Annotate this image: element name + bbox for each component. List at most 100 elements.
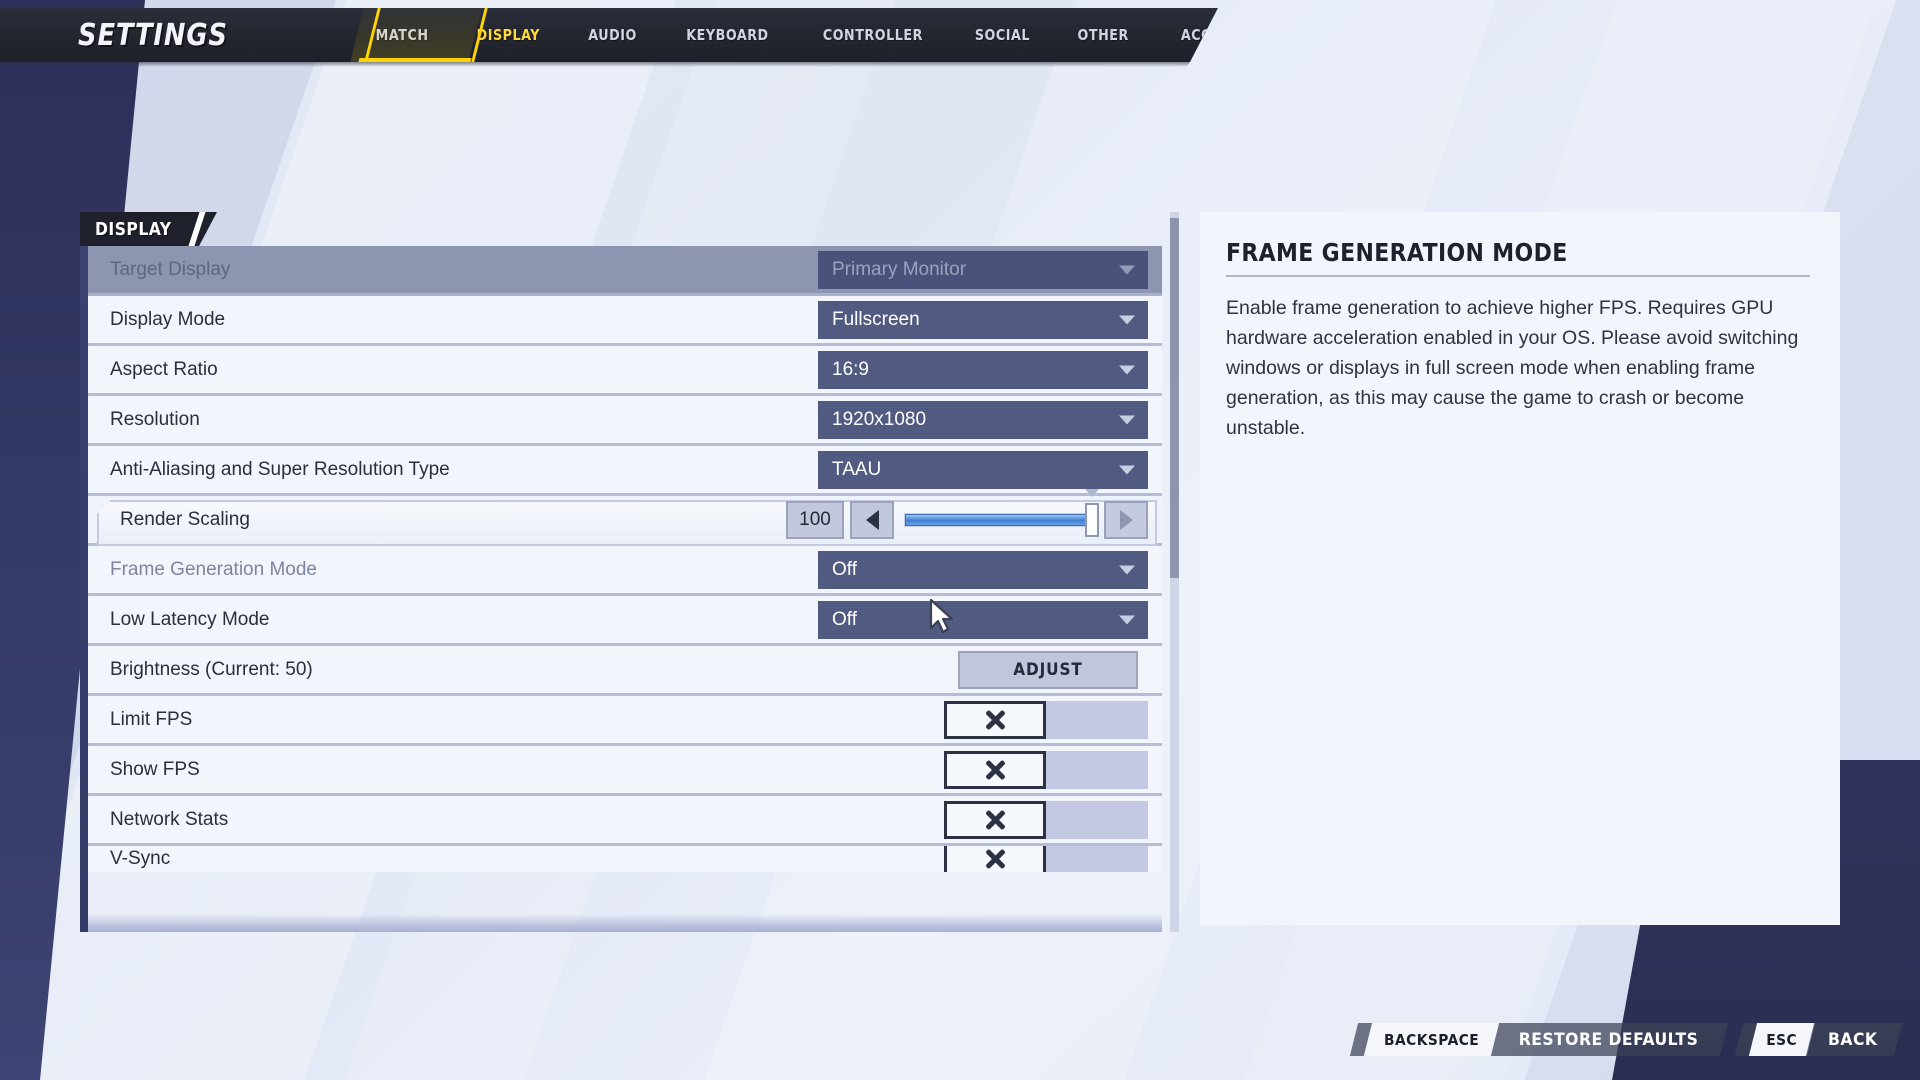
topbar-shadow (0, 62, 1190, 67)
checkbox-network-stats[interactable] (944, 800, 1046, 839)
key-hint-action: BACK (1806, 1023, 1903, 1056)
key-hint-action-label: RESTORE DEFAULTS (1519, 1029, 1699, 1050)
settings-scrollbar-thumb[interactable] (1170, 218, 1179, 578)
settings-row-list[interactable]: Target Display Primary Monitor Display Mod… (80, 246, 1162, 932)
bottom-key-hints: BACKSPACE RESTORE DEFAULTS ESC BACK (1340, 1023, 1903, 1056)
dropdown-display-mode[interactable]: Fullscreen (818, 300, 1148, 339)
dropdown-resolution[interactable]: 1920x1080 (818, 400, 1148, 439)
key-hint-action-label: BACK (1828, 1029, 1878, 1050)
slider-thumb[interactable] (1085, 502, 1099, 537)
chevron-down-icon (1119, 415, 1135, 424)
dropdown-aspect-ratio[interactable]: 16:9 (818, 350, 1148, 389)
panel-section-title: DISPLAY (95, 218, 172, 240)
nav-tab-social[interactable]: SOCIAL (959, 8, 1046, 62)
setting-label-v-sync: V-Sync (110, 848, 171, 869)
chevron-down-icon (1119, 465, 1135, 474)
setting-label-limit-fps: Limit FPS (110, 708, 193, 730)
cross-icon (984, 809, 1006, 831)
key-hint-key: ESC (1748, 1023, 1815, 1056)
setting-control-show-fps[interactable] (944, 750, 1148, 789)
setting-control-target-display[interactable]: Primary Monitor (818, 250, 1148, 289)
nav-tabs: MATCHDISPLAYAUDIOKEYBOARDCONTROLLERSOCIA… (352, 8, 1218, 62)
slider-decrement-button[interactable] (850, 500, 894, 539)
chevron-down-icon (1119, 565, 1135, 574)
setting-label-show-fps: Show FPS (110, 758, 200, 780)
setting-label-display-mode: Display Mode (110, 308, 226, 330)
adjust-button[interactable]: ADJUST (958, 650, 1138, 689)
chevron-down-icon (1085, 488, 1099, 497)
checkbox-show-fps[interactable] (944, 750, 1046, 789)
nav-tab-audio[interactable]: AUDIO (572, 8, 653, 62)
setting-label-resolution: Resolution (110, 408, 200, 430)
setting-row-show-fps[interactable]: Show FPS (88, 746, 1162, 796)
mouse-pointer-icon (929, 598, 954, 634)
checkbox-toggle-network-stats[interactable] (944, 800, 1148, 839)
setting-row-aspect-ratio[interactable]: Aspect Ratio 16:9 (88, 346, 1162, 396)
nav-tab-other[interactable]: OTHER (1061, 8, 1145, 62)
settings-panel: DISPLAY Target Display Primary Monitor Dis… (80, 212, 1162, 932)
key-hint-back[interactable]: ESC BACK (1734, 1023, 1903, 1056)
triangle-left-icon (865, 509, 879, 530)
setting-control-display-mode[interactable]: Fullscreen (818, 300, 1148, 339)
setting-row-target-display[interactable]: Target Display Primary Monitor (88, 246, 1162, 296)
dropdown-value-anti-aliasing-and-super-resolution-type: TAAU (832, 458, 882, 480)
cross-icon (984, 709, 1006, 731)
setting-row-frame-generation-mode[interactable]: Frame Generation Mode Off (88, 546, 1162, 596)
setting-row-resolution[interactable]: Resolution 1920x1080 (88, 396, 1162, 446)
checkbox-toggle-show-fps[interactable] (944, 750, 1148, 789)
dropdown-value-low-latency-mode: Off (832, 608, 857, 630)
dropdown-value-resolution: 1920x1080 (832, 408, 927, 430)
setting-row-render-scaling[interactable]: Render Scaling 100 (88, 488, 1162, 546)
setting-control-low-latency-mode[interactable]: Off (818, 600, 1148, 639)
setting-row-low-latency-mode[interactable]: Low Latency Mode Off (88, 596, 1162, 646)
setting-control-render-scaling[interactable]: 100 (786, 488, 1148, 539)
dropdown-frame-generation-mode[interactable]: Off (818, 550, 1148, 589)
slider-render-scaling[interactable] (904, 488, 1099, 539)
chevron-down-icon (1119, 365, 1135, 374)
setting-control-network-stats[interactable] (944, 800, 1148, 839)
checkbox-pane (1046, 700, 1148, 739)
setting-control-anti-aliasing-and-super-resolution-type[interactable]: TAAU (818, 450, 1148, 489)
setting-row-v-sync[interactable]: V-Sync (88, 846, 1162, 872)
chevron-down-icon (1119, 315, 1135, 324)
setting-label-target-display: Target Display (110, 258, 231, 280)
setting-label-brightness-current-50: Brightness (Current: 50) (110, 658, 313, 680)
setting-label-network-stats: Network Stats (110, 808, 229, 830)
dropdown-low-latency-mode[interactable]: Off (818, 600, 1148, 639)
checkbox-limit-fps[interactable] (944, 700, 1046, 739)
dropdown-anti-aliasing-and-super-resolution-type[interactable]: TAAU (818, 450, 1148, 489)
info-panel-divider (1226, 275, 1810, 277)
checkbox-toggle-limit-fps[interactable] (944, 700, 1148, 739)
dropdown-value-display-mode: Fullscreen (832, 308, 920, 330)
key-hint-restore-defaults[interactable]: BACKSPACE RESTORE DEFAULTS (1349, 1023, 1729, 1056)
checkbox-pane (1046, 750, 1148, 789)
nav-tab-controller[interactable]: CONTROLLER (807, 8, 939, 62)
setting-label-frame-generation-mode: Frame Generation Mode (110, 558, 317, 580)
dropdown-target-display[interactable]: Primary Monitor (818, 250, 1148, 289)
key-hint-action: RESTORE DEFAULTS (1491, 1023, 1729, 1056)
setting-control-aspect-ratio[interactable]: 16:9 (818, 350, 1148, 389)
key-hint-key: BACKSPACE (1363, 1023, 1500, 1056)
checkbox-v-sync[interactable] (944, 846, 1046, 872)
dropdown-value-target-display: Primary Monitor (832, 258, 967, 280)
setting-label-render-scaling: Render Scaling (120, 508, 250, 530)
setting-label-aspect-ratio: Aspect Ratio (110, 358, 218, 380)
setting-control-frame-generation-mode[interactable]: Off (818, 550, 1148, 589)
dropdown-value-aspect-ratio: 16:9 (832, 358, 869, 380)
setting-row-limit-fps[interactable]: Limit FPS (88, 696, 1162, 746)
setting-row-anti-aliasing-and-super-resolution-type[interactable]: Anti-Aliasing and Super Resolution Type T… (88, 446, 1162, 496)
setting-control-brightness-current-50[interactable]: ADJUST (948, 650, 1148, 689)
checkbox-toggle-v-sync[interactable] (944, 846, 1148, 872)
setting-control-v-sync[interactable] (944, 846, 1148, 872)
panel-left-strip (80, 246, 88, 932)
dropdown-value-frame-generation-mode: Off (832, 558, 857, 580)
nav-tab-keyboard[interactable]: KEYBOARD (670, 8, 785, 62)
page-title: SETTINGS (78, 17, 228, 53)
slider-fill (905, 513, 1093, 526)
slider-increment-button[interactable] (1104, 500, 1148, 539)
setting-row-network-stats[interactable]: Network Stats (88, 796, 1162, 846)
setting-control-limit-fps[interactable] (944, 700, 1148, 739)
setting-row-display-mode[interactable]: Display Mode Fullscreen (88, 296, 1162, 346)
setting-control-resolution[interactable]: 1920x1080 (818, 400, 1148, 439)
setting-row-brightness-current-50[interactable]: Brightness (Current: 50) ADJUST (88, 646, 1162, 696)
